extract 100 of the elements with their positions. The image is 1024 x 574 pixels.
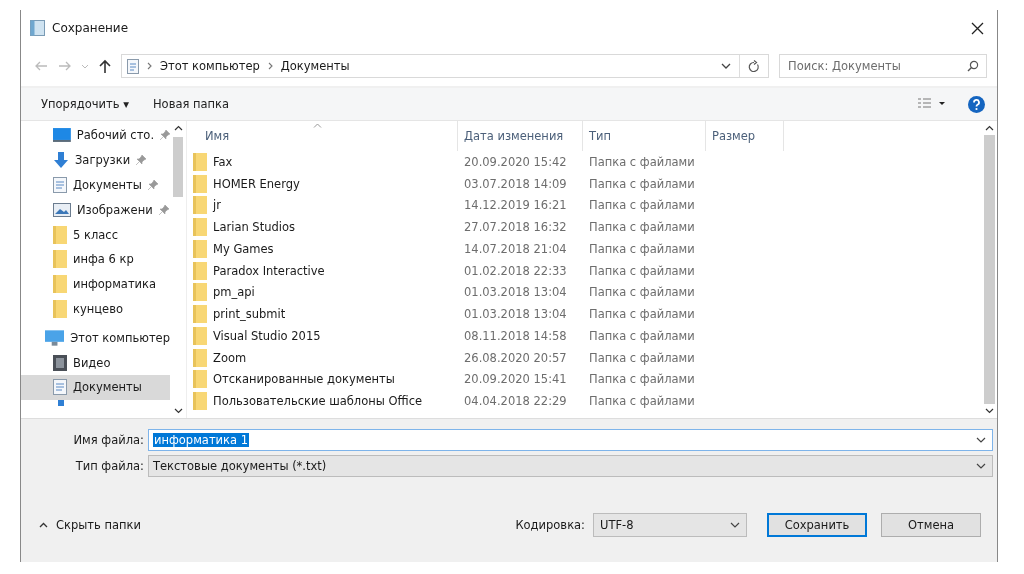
date-cell-text: 20.09.2020 15:41 (463, 372, 568, 387)
type-cell-text: Папка с файлами (588, 220, 696, 235)
sort-caret-icon (313, 123, 322, 128)
breadcrumb-item[interactable]: Этот компьютер (160, 59, 260, 73)
file-name[interactable]: Fax (213, 154, 233, 169)
type-cell-text: Папка с файлами (588, 154, 696, 169)
sidebar-item[interactable]: кунцево (21, 296, 170, 322)
date-cell-text: 26.08.2020 20:57 (463, 350, 568, 365)
search-field[interactable]: Поиск: Документы (779, 54, 987, 78)
film-icon (53, 354, 67, 371)
encoding-dropdown[interactable]: UTF-8 (593, 513, 747, 537)
folder-icon (193, 174, 207, 193)
folder-icon (193, 283, 207, 302)
sidebar-item[interactable]: Документы (21, 374, 170, 400)
file-name-field[interactable]: информатика 1 (148, 429, 993, 451)
document-icon (127, 58, 139, 74)
refresh-icon[interactable] (748, 59, 760, 73)
list-view-icon (918, 98, 946, 108)
date-cell-text: 14.07.2018 21:04 (463, 241, 568, 256)
folder-icon (193, 305, 207, 324)
file-name[interactable]: Отсканированные документы (213, 372, 395, 387)
scrollbar-thumb[interactable] (173, 137, 183, 197)
scroll-up-icon[interactable] (985, 125, 994, 131)
notepad-icon (30, 20, 45, 36)
file-name[interactable]: Paradox Interactive (213, 263, 325, 278)
sidebar-item[interactable]: информатика (21, 271, 170, 297)
chevron-right-icon (147, 62, 152, 70)
date-cell-text: 08.11.2018 14:58 (463, 328, 568, 343)
date-cell-text: 01.03.2018 13:04 (463, 285, 568, 300)
encoding-label: Кодировка: (515, 518, 585, 532)
type-cell-text: Папка с файлами (588, 263, 696, 278)
date-cell-text: 01.02.2018 22:33 (463, 263, 568, 278)
type-cell-text: Папка с файлами (588, 241, 696, 256)
column-header[interactable]: Тип (583, 121, 706, 151)
breadcrumb-item[interactable]: Документы (280, 59, 350, 73)
type-cell-text: Папка с файлами (588, 307, 696, 322)
hide-folders-button[interactable]: Скрыть папки (33, 517, 147, 533)
file-name[interactable]: print_submit (213, 307, 286, 322)
folder-icon (193, 239, 207, 258)
up-arrow-icon[interactable] (99, 59, 111, 73)
file-name[interactable]: Visual Studio 2015 (213, 328, 321, 343)
folder-icon (53, 275, 67, 294)
folder-icon (193, 261, 207, 280)
chevron-down-icon[interactable] (721, 63, 731, 69)
file-name[interactable]: Zoom (213, 350, 247, 365)
chevron-down-icon[interactable] (730, 522, 740, 528)
sidebar-item[interactable]: 5 класс (21, 222, 170, 247)
help-icon[interactable] (968, 95, 985, 113)
column-header[interactable]: Дата изменения (458, 121, 583, 151)
file-name[interactable]: pm_api (213, 285, 255, 300)
file-type-dropdown[interactable]: Текстовые документы (*.txt) (148, 455, 993, 477)
picture-icon (53, 202, 71, 217)
close-icon (970, 21, 984, 35)
document-icon (53, 177, 67, 193)
date-cell-text: 20.09.2020 15:42 (463, 154, 568, 169)
address-bar[interactable]: Этот компьютер Документы (121, 54, 769, 78)
folder-icon (53, 225, 67, 244)
sidebar-item[interactable]: Видео (21, 350, 170, 375)
scroll-down-icon[interactable] (985, 408, 994, 414)
sidebar-item[interactable]: Загрузки (21, 147, 170, 173)
file-name[interactable]: Пользовательские шаблоны Office (213, 394, 423, 409)
save-button[interactable]: Сохранить (767, 513, 867, 537)
date-cell-text: 27.07.2018 16:32 (463, 220, 568, 235)
search-icon (967, 60, 979, 72)
chevron-down-icon[interactable] (976, 463, 986, 469)
monitor-icon (53, 128, 71, 143)
folder-icon (53, 250, 67, 269)
scrollbar-thumb[interactable] (984, 135, 995, 404)
folder-icon (53, 299, 67, 318)
type-cell-text: Папка с файлами (588, 328, 696, 343)
type-cell-text: Папка с файлами (588, 285, 696, 300)
sidebar-item[interactable]: инфа 6 кр (21, 247, 170, 272)
folder-icon (193, 152, 207, 171)
file-name[interactable]: Larian Studios (213, 220, 295, 235)
new-folder-button[interactable]: Новая папка (144, 93, 238, 115)
organize-button[interactable]: Упорядочить ▾ (33, 93, 137, 115)
sidebar-item[interactable]: Документы (21, 172, 170, 198)
column-header[interactable]: Размер (706, 121, 784, 151)
file-name[interactable]: My Games (213, 241, 274, 256)
date-cell-text: 03.07.2018 14:09 (463, 176, 568, 191)
scroll-down-icon[interactable] (173, 408, 183, 414)
cancel-button[interactable]: Отмена (881, 513, 981, 537)
type-cell-text: Папка с файлами (588, 372, 696, 387)
folder-icon (193, 348, 207, 367)
chevron-down-icon[interactable] (976, 437, 986, 443)
sidebar-item[interactable]: Изображени (21, 197, 170, 223)
column-header[interactable]: Имя (187, 121, 458, 151)
sidebar-item[interactable]: Рабочий сто. (21, 123, 170, 148)
file-name[interactable]: jr (213, 198, 221, 213)
file-name-label: Имя файла: (72, 433, 144, 447)
sidebar-item[interactable]: Этот компьютер (21, 325, 170, 351)
caret-up-icon (39, 522, 48, 528)
scroll-up-icon[interactable] (173, 125, 183, 131)
date-cell-text: 14.12.2019 16:21 (463, 198, 568, 213)
file-name[interactable]: HOMER Energy (213, 176, 300, 191)
folder-icon (193, 392, 207, 411)
folder-icon (193, 326, 207, 345)
folder-icon (193, 196, 207, 215)
date-cell-text: 04.04.2018 22:29 (463, 394, 568, 409)
folder-icon (193, 370, 207, 389)
